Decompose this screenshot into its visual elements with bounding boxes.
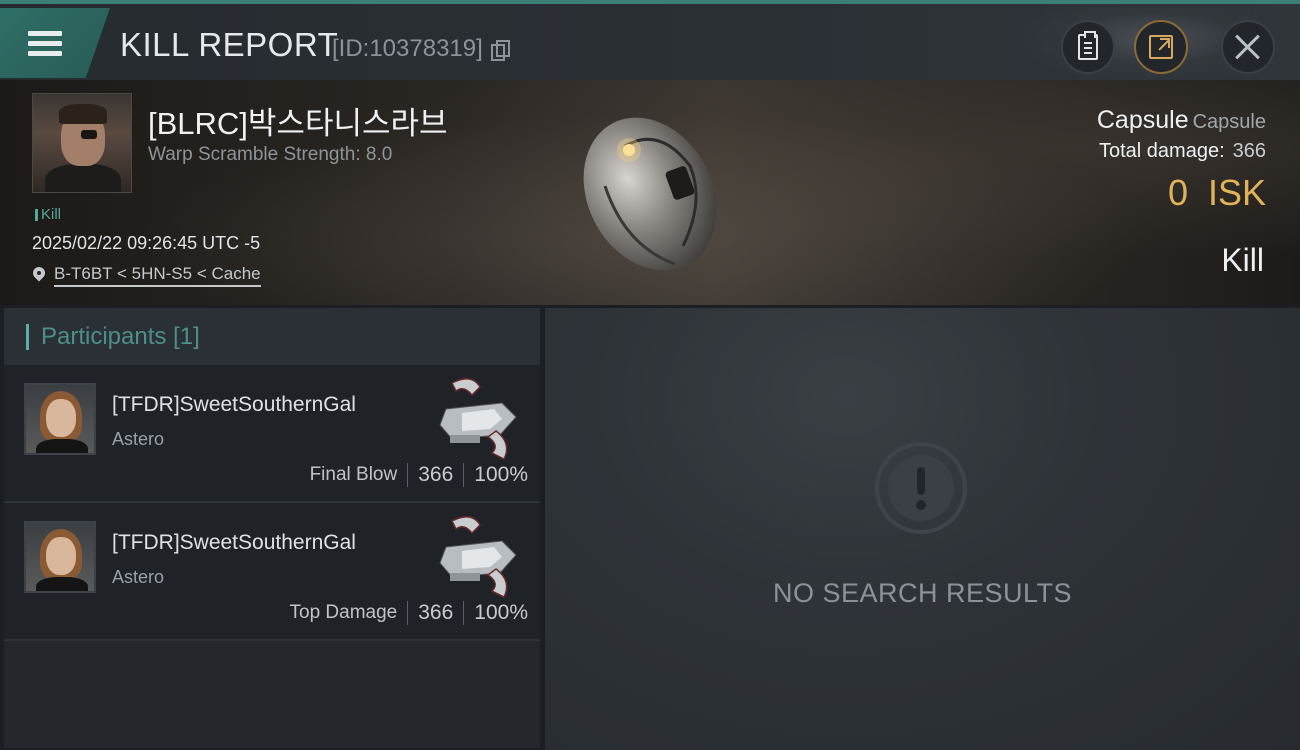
kill-tag-label: Kill	[41, 206, 62, 223]
share-button[interactable]	[1134, 20, 1188, 74]
participant-name: [TFDR]SweetSouthernGal	[112, 393, 356, 416]
report-id[interactable]: [ID:10378319]	[332, 35, 510, 63]
participant-damage: 366	[418, 463, 454, 486]
close-button[interactable]	[1221, 20, 1275, 74]
kill-timestamp: 2025/02/22 09:26:45 UTC -5	[32, 233, 261, 253]
participant-stats: Final Blow 366 100%	[310, 463, 528, 487]
copy-icon[interactable]	[490, 40, 510, 61]
isk-unit: ISK	[1207, 172, 1266, 213]
ship-type: Capsule Capsule	[1097, 106, 1266, 135]
participants-panel: Participants [1] [TFDR]SweetSouthernGal …	[4, 308, 540, 748]
header-ship-decoration	[1010, 8, 1250, 84]
close-icon	[1234, 33, 1262, 61]
kill-tag: Kill	[35, 206, 61, 223]
kill-result-label: Kill	[1221, 242, 1264, 278]
menu-icon	[28, 26, 62, 61]
ship-class: Capsule	[1192, 111, 1266, 133]
results-panel: NO SEARCH RESULTS	[545, 308, 1300, 750]
exclamation-icon	[875, 442, 967, 534]
participant-damage: 366	[418, 601, 454, 624]
participant-percent: 100%	[474, 463, 528, 486]
share-icon	[1149, 35, 1173, 59]
participant-role: Top Damage	[289, 602, 398, 623]
participant-avatar[interactable]	[24, 521, 96, 593]
total-damage: Total damage: 366	[1099, 140, 1266, 163]
participant-ship: Astero	[112, 567, 165, 587]
astero-ship-image[interactable]	[432, 373, 528, 463]
clipboard-button[interactable]	[1061, 20, 1115, 74]
kill-location[interactable]: B-T6BT < 5HN-S5 < Cache	[32, 264, 261, 287]
ship-name: Capsule	[1096, 106, 1189, 134]
location-pin-icon	[32, 267, 46, 285]
victim-name[interactable]: [BLRC]박스타니스라브	[148, 98, 448, 143]
participant-row[interactable]: [TFDR]SweetSouthernGal Astero Top Damage…	[4, 503, 540, 641]
no-results-message: NO SEARCH RESULTS	[772, 578, 1073, 608]
victim-avatar[interactable]	[32, 93, 132, 193]
capsule-ship-image	[583, 117, 717, 271]
total-damage-value: 366	[1232, 140, 1266, 162]
participant-percent: 100%	[474, 601, 528, 624]
location-link[interactable]: B-T6BT < 5HN-S5 < Cache	[54, 264, 261, 287]
astero-ship-image[interactable]	[432, 511, 528, 601]
page-title: KILL REPORT	[120, 26, 339, 63]
participant-stats: Top Damage 366 100%	[289, 601, 528, 625]
clipboard-icon	[1078, 31, 1098, 60]
total-damage-label: Total damage:	[1098, 140, 1225, 162]
participant-avatar[interactable]	[24, 383, 96, 455]
participants-header: Participants [1]	[4, 308, 540, 365]
isk-value: 0 ISK	[1168, 172, 1266, 214]
report-id-text: [ID:10378319]	[332, 35, 483, 62]
participant-row[interactable]: [TFDR]SweetSouthernGal Astero Final Blow…	[4, 365, 540, 503]
warp-scramble-strength: Warp Scramble Strength: 8.0	[148, 144, 393, 165]
participants-title: Participants [1]	[41, 322, 200, 350]
participant-role: Final Blow	[309, 464, 398, 485]
participant-name: [TFDR]SweetSouthernGal	[112, 531, 356, 554]
kill-summary-banner: [BLRC]박스타니스라브 Warp Scramble Strength: 8.…	[0, 80, 1300, 305]
isk-amount: 0	[1167, 172, 1188, 213]
participant-ship: Astero	[112, 429, 165, 449]
top-bar: KILL REPORT [ID:10378319]	[0, 0, 1300, 84]
participants-empty-area	[4, 641, 540, 748]
menu-button[interactable]	[0, 8, 110, 78]
